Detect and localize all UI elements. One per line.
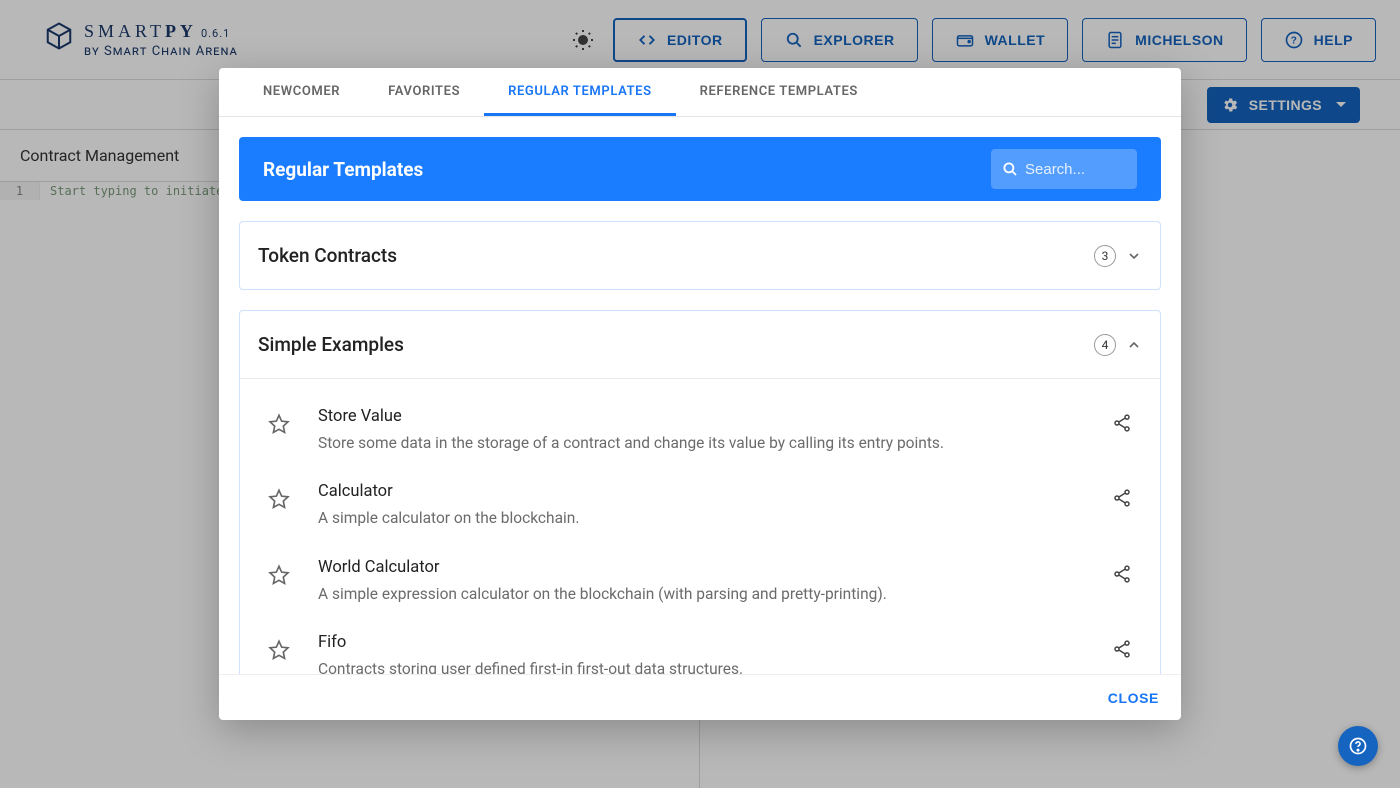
share-icon[interactable] [1112,564,1132,584]
modal-footer: CLOSE [219,674,1181,720]
tab-regular-templates[interactable]: REGULAR TEMPLATES [484,68,676,116]
group-count: 4 [1094,334,1116,356]
template-title[interactable]: Store Value [318,407,1112,426]
chevron-down-icon [1126,248,1142,264]
star-icon[interactable] [268,564,290,586]
modal-tabs: NEWCOMER FAVORITES REGULAR TEMPLATES REF… [219,68,1181,117]
templates-modal: NEWCOMER FAVORITES REGULAR TEMPLATES REF… [219,68,1181,720]
section-titlebar: Regular Templates [239,137,1161,201]
share-icon[interactable] [1112,413,1132,433]
template-desc: Contracts storing user defined first-in … [318,658,1112,674]
modal-overlay[interactable]: NEWCOMER FAVORITES REGULAR TEMPLATES REF… [0,0,1400,788]
tab-newcomer[interactable]: NEWCOMER [239,68,364,116]
template-title[interactable]: Calculator [318,482,1112,501]
close-button[interactable]: CLOSE [1104,682,1163,714]
template-row: Store Value Store some data in the stora… [240,399,1160,474]
star-icon[interactable] [268,488,290,510]
group-body: Store Value Store some data in the stora… [240,378,1160,674]
help-bubble[interactable] [1338,726,1378,766]
template-desc: A simple calculator on the blockchain. [318,507,1112,529]
template-title[interactable]: World Calculator [318,558,1112,577]
chevron-up-icon [1126,337,1142,353]
tab-reference-templates[interactable]: REFERENCE TEMPLATES [676,68,882,116]
tab-favorites[interactable]: FAVORITES [364,68,484,116]
template-row: Calculator A simple calculator on the bl… [240,474,1160,549]
group-title: Token Contracts [258,244,397,267]
search-icon [1001,160,1019,178]
group-simple-examples: Simple Examples 4 Store Value Store some… [239,310,1161,674]
template-row: Fifo Contracts storing user defined firs… [240,625,1160,674]
group-count: 3 [1094,245,1116,267]
share-icon[interactable] [1112,488,1132,508]
help-icon [1348,736,1368,756]
template-title[interactable]: Fifo [318,633,1112,652]
group-token-contracts: Token Contracts 3 [239,221,1161,290]
template-desc: Store some data in the storage of a cont… [318,432,1112,454]
star-icon[interactable] [268,639,290,661]
share-icon[interactable] [1112,639,1132,659]
star-icon[interactable] [268,413,290,435]
search-input[interactable] [1025,161,1125,178]
group-header[interactable]: Simple Examples 4 [240,311,1160,378]
template-desc: A simple expression calculator on the bl… [318,583,1112,605]
section-title: Regular Templates [263,158,423,181]
group-header[interactable]: Token Contracts 3 [240,222,1160,289]
template-row: World Calculator A simple expression cal… [240,550,1160,625]
modal-body: Regular Templates Token Contracts 3 [219,117,1181,674]
group-title: Simple Examples [258,333,404,356]
search-box[interactable] [991,149,1137,189]
